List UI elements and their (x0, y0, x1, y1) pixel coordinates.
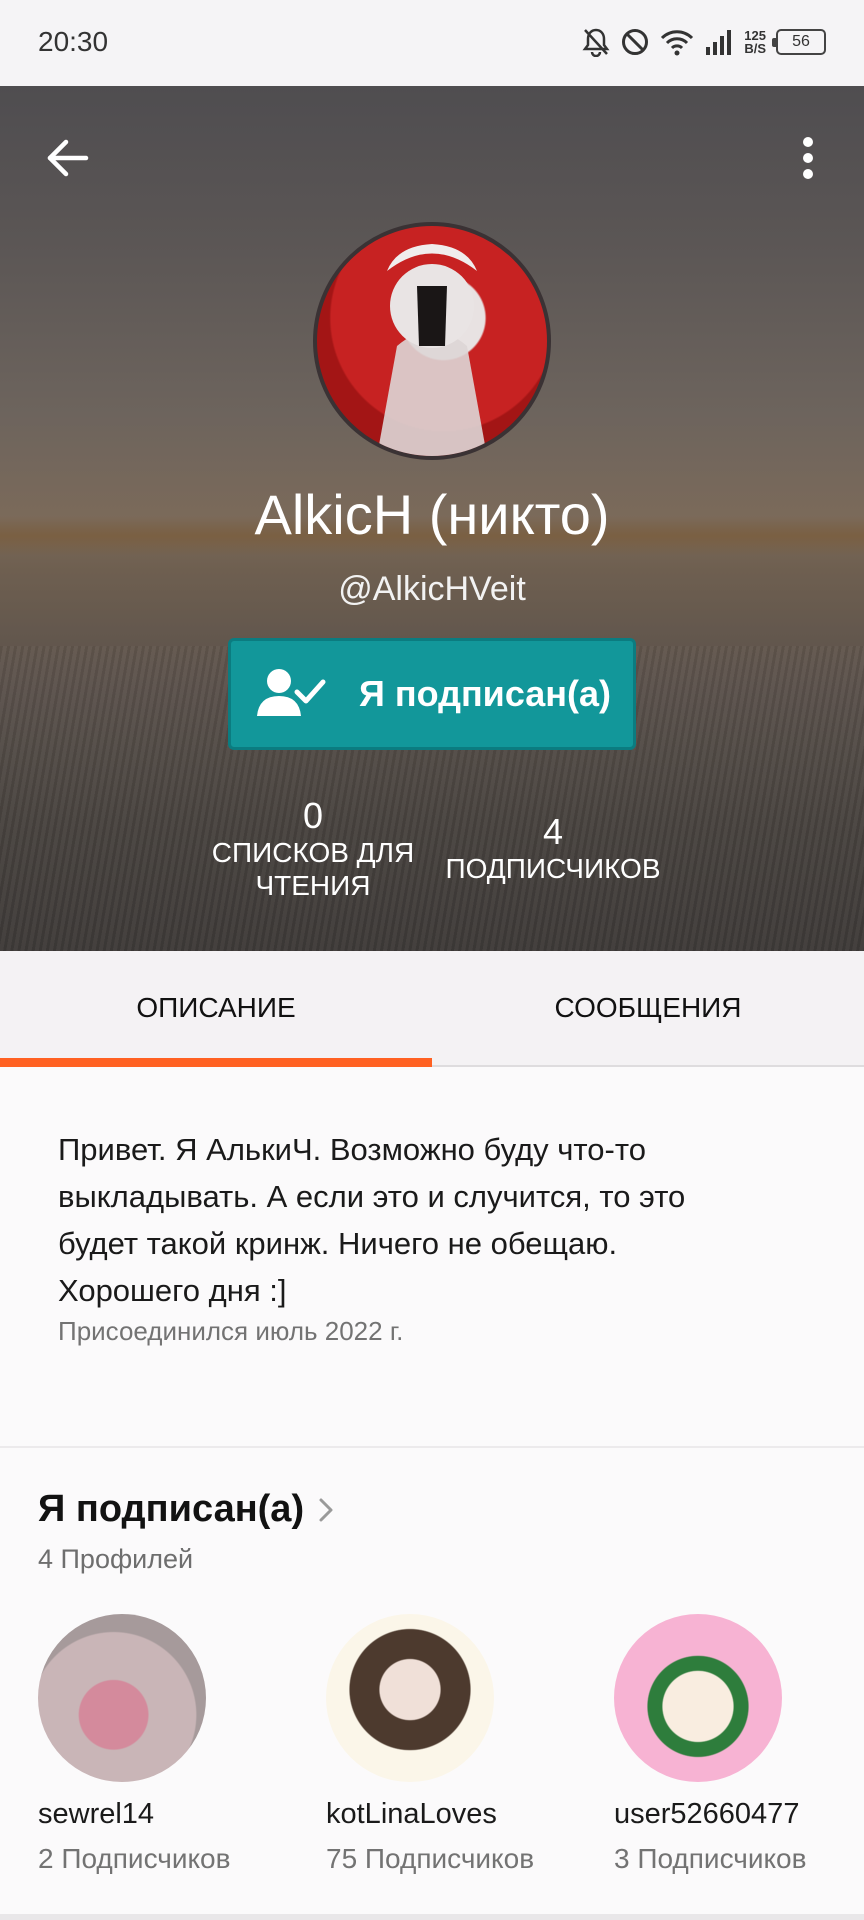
profile-avatar[interactable] (313, 222, 551, 460)
status-bar: 20:30 125 B/S 56 (0, 0, 864, 86)
section-divider (0, 1446, 864, 1448)
following-profile-card[interactable]: kotLinaLoves 75 Подписчиков (326, 1614, 566, 1875)
joined-date: Присоединился июль 2022 г. (58, 1316, 404, 1346)
more-vertical-icon (803, 137, 813, 179)
reading-lists-label-line2: ЧТЕНИЯ (255, 870, 371, 901)
profile-followers: 3 Подписчиков (614, 1843, 807, 1874)
profile-header: AlkicH (никто) @AlkicHVeit Я подписан(а)… (0, 86, 864, 951)
following-count: 4 Профилей (38, 1544, 194, 1574)
battery-icon: 56 (772, 29, 826, 55)
following-button[interactable]: Я подписан(а) (228, 638, 636, 750)
signal-icon (706, 30, 732, 55)
tab-messages[interactable]: СООБЩЕНИЯ (432, 951, 864, 1065)
reading-lists-label-line1: СПИСКОВ ДЛЯ (211, 837, 415, 868)
status-time: 20:30 (38, 26, 109, 57)
followers-label: ПОДПИСЧИКОВ (445, 853, 661, 884)
bell-off-icon (582, 28, 610, 57)
arrow-left-icon (47, 139, 89, 177)
avatar-artwork (377, 244, 487, 456)
profile-name[interactable]: sewrel14 (38, 1798, 278, 1831)
profile-avatar-thumb[interactable] (326, 1614, 494, 1782)
profile-name[interactable]: kotLinaLoves (326, 1798, 566, 1831)
display-name: AlkicH (никто) (254, 483, 610, 546)
username: @AlkicHVeit (338, 570, 526, 608)
reading-lists-stat[interactable]: 0 СПИСКОВ ДЛЯ ЧТЕНИЯ (200, 796, 426, 902)
following-section-header[interactable]: Я подписан(а) (38, 1488, 334, 1531)
profile-tabs: ОПИСАНИЕ СООБЩЕНИЯ (0, 951, 864, 1067)
wifi-icon (661, 30, 694, 56)
profile-name[interactable]: user52660477 (614, 1798, 854, 1831)
user-check-icon (231, 666, 351, 722)
battery-level: 56 (792, 33, 810, 50)
bottom-edge (0, 1914, 864, 1920)
status-icons: 125 B/S 56 (582, 24, 826, 60)
do-not-disturb-icon (622, 29, 649, 55)
following-button-label: Я подписан(а) (358, 673, 612, 714)
following-profile-card[interactable]: user52660477 3 Подписчиков (614, 1614, 854, 1875)
reading-lists-count: 0 (302, 795, 324, 836)
profile-description: Привет. Я АлькиЧ. Возможно буду что-то в… (58, 1132, 686, 1308)
followers-stat[interactable]: 4 ПОДПИСЧИКОВ (438, 812, 668, 885)
profile-followers: 2 Подписчиков (38, 1843, 231, 1874)
following-title: Я подписан(а) (38, 1488, 305, 1530)
net-speed-unit: B/S (744, 41, 766, 56)
followers-count: 4 (542, 811, 564, 852)
net-speed: 125 B/S (744, 29, 766, 55)
profile-avatar-thumb[interactable] (38, 1614, 206, 1782)
more-options-button[interactable] (788, 130, 828, 186)
back-button[interactable] (40, 130, 96, 186)
chevron-right-icon (319, 1498, 333, 1521)
profile-followers: 75 Подписчиков (326, 1843, 535, 1874)
tab-description[interactable]: ОПИСАНИЕ (0, 951, 432, 1067)
profile-avatar-thumb[interactable] (614, 1614, 782, 1782)
following-profile-card[interactable]: sewrel14 2 Подписчиков (38, 1614, 278, 1875)
